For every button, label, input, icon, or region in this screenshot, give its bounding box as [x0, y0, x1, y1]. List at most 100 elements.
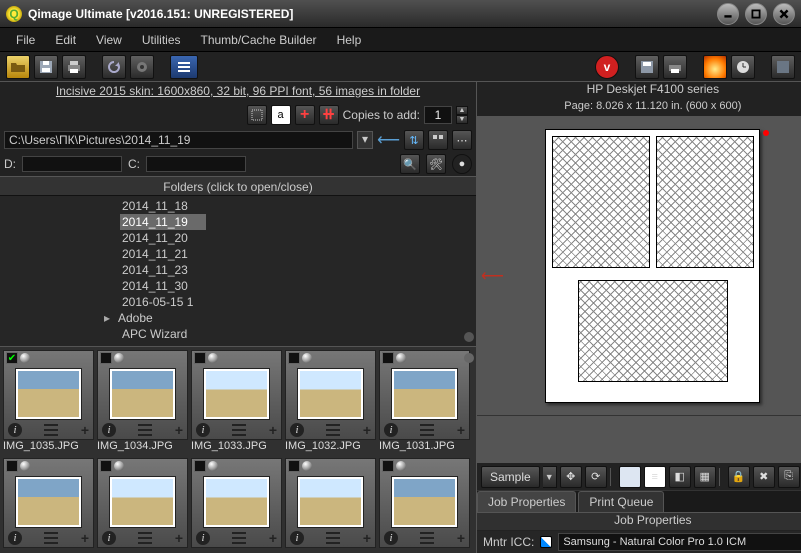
- thumb-image[interactable]: [204, 369, 269, 419]
- thumbnail[interactable]: i+: [97, 458, 188, 548]
- disk-button[interactable]: [771, 55, 795, 79]
- thumb-image[interactable]: [110, 369, 175, 419]
- tab-print-queue[interactable]: Print Queue: [578, 491, 664, 512]
- info-icon[interactable]: i: [384, 531, 398, 545]
- info-icon[interactable]: i: [8, 531, 22, 545]
- sample-button[interactable]: Sample: [481, 466, 540, 488]
- folder-path-input[interactable]: [4, 131, 353, 149]
- add-to-page-icon[interactable]: +: [269, 422, 277, 438]
- add-to-page-icon[interactable]: +: [81, 530, 89, 546]
- thumbs-scrollbar[interactable]: [462, 347, 476, 553]
- folder-item[interactable]: 2014_11_19: [120, 214, 206, 230]
- view-options-button[interactable]: ⋯: [452, 130, 472, 150]
- menu-icon[interactable]: [420, 424, 434, 436]
- tools-button[interactable]: 🛠: [426, 154, 446, 174]
- add-to-page-icon[interactable]: +: [363, 422, 371, 438]
- maximize-button[interactable]: [745, 3, 767, 25]
- menu-icon[interactable]: [44, 424, 58, 436]
- menu-icon[interactable]: [420, 532, 434, 544]
- menu-icon[interactable]: [232, 424, 246, 436]
- folder-item[interactable]: 2014_11_30: [120, 278, 476, 294]
- page-preview-area[interactable]: ⟵ ⟶: [477, 116, 801, 416]
- menu-icon[interactable]: [44, 532, 58, 544]
- page-view-4[interactable]: ▦: [694, 466, 716, 488]
- thumb-rating-dot-icon[interactable]: [114, 461, 124, 471]
- thumb-rating-dot-icon[interactable]: [396, 461, 406, 471]
- menu-icon[interactable]: [326, 532, 340, 544]
- folder-item[interactable]: ▸Adobe: [120, 310, 476, 326]
- thumb-checkbox[interactable]: [194, 352, 206, 364]
- layout-cell-3[interactable]: [578, 280, 728, 382]
- fire-button[interactable]: [703, 55, 727, 79]
- thumbnail[interactable]: i+: [97, 350, 188, 440]
- save-button[interactable]: [34, 55, 58, 79]
- thumb-checkbox[interactable]: [288, 352, 300, 364]
- add-to-page-icon[interactable]: +: [175, 422, 183, 438]
- folder-scrollbar[interactable]: [462, 196, 476, 346]
- thumbnail[interactable]: i+: [379, 458, 470, 548]
- add-to-page-icon[interactable]: +: [175, 530, 183, 546]
- menu-file[interactable]: File: [6, 30, 45, 50]
- thumbnail[interactable]: i+: [3, 458, 94, 548]
- info-icon[interactable]: i: [8, 423, 22, 437]
- zoom-fit-button[interactable]: ✥: [560, 466, 582, 488]
- menu-edit[interactable]: Edit: [45, 30, 86, 50]
- menu-utilities[interactable]: Utilities: [132, 30, 191, 50]
- menu-icon[interactable]: [326, 424, 340, 436]
- warning-badge[interactable]: v: [595, 55, 619, 79]
- thumb-rating-dot-icon[interactable]: [302, 461, 312, 471]
- menu-help[interactable]: Help: [327, 30, 372, 50]
- thumb-image[interactable]: [16, 369, 81, 419]
- add-to-page-icon[interactable]: +: [363, 530, 371, 546]
- prev-page-arrow-icon[interactable]: ⟵: [481, 266, 504, 286]
- add-multi-button[interactable]: ⧺: [319, 105, 339, 125]
- thumb-size-button[interactable]: [428, 130, 448, 150]
- thumb-image[interactable]: [392, 369, 457, 419]
- folder-item[interactable]: 2016-05-15 1: [120, 294, 476, 310]
- info-icon[interactable]: i: [102, 423, 116, 437]
- printer-button[interactable]: [62, 55, 86, 79]
- thumb-checkbox[interactable]: [382, 460, 394, 472]
- thumbnail[interactable]: ✔i+: [3, 350, 94, 440]
- info-icon[interactable]: i: [290, 531, 304, 545]
- tag-filter-button[interactable]: ●: [452, 154, 472, 174]
- thumb-checkbox[interactable]: [194, 460, 206, 472]
- drive-c-input[interactable]: [146, 156, 246, 172]
- close-button[interactable]: [773, 3, 795, 25]
- remove-page-button[interactable]: ✖: [753, 466, 775, 488]
- add-to-page-icon[interactable]: +: [81, 422, 89, 438]
- refresh-button[interactable]: [102, 55, 126, 79]
- info-icon[interactable]: i: [102, 531, 116, 545]
- add-to-page-icon[interactable]: +: [269, 530, 277, 546]
- add-single-button[interactable]: +: [295, 105, 315, 125]
- copy-page-button[interactable]: ⎘: [778, 466, 800, 488]
- thumb-image[interactable]: [298, 369, 363, 419]
- settings-button[interactable]: [130, 55, 154, 79]
- search-button[interactable]: 🔍: [400, 154, 420, 174]
- monitor-icc-select[interactable]: Samsung - Natural Color Pro 1.0 ICM: [558, 533, 801, 551]
- thumbnail[interactable]: i+: [285, 350, 376, 440]
- sample-dropdown[interactable]: ▼: [543, 466, 557, 488]
- menu-view[interactable]: View: [86, 30, 132, 50]
- copies-spinner[interactable]: ▲▼: [456, 106, 468, 124]
- page-view-2[interactable]: ≡: [644, 466, 666, 488]
- path-dropdown-button[interactable]: ▾: [357, 131, 373, 149]
- print-button[interactable]: [663, 55, 687, 79]
- thumb-checkbox[interactable]: [100, 460, 112, 472]
- sort-button[interactable]: ⇅: [404, 130, 424, 150]
- thumb-rating-dot-icon[interactable]: [20, 353, 30, 363]
- thumb-image[interactable]: [204, 477, 269, 527]
- folder-item[interactable]: 2014_11_21: [120, 246, 476, 262]
- thumb-rating-dot-icon[interactable]: [396, 353, 406, 363]
- info-icon[interactable]: i: [290, 423, 304, 437]
- save-layout-button[interactable]: [635, 55, 659, 79]
- thumbnail[interactable]: i+: [285, 458, 376, 548]
- thumb-rating-dot-icon[interactable]: [208, 353, 218, 363]
- nav-back-icon[interactable]: ⟵: [377, 130, 400, 150]
- page-view-3[interactable]: ◧: [669, 466, 691, 488]
- thumb-rating-dot-icon[interactable]: [20, 461, 30, 471]
- thumb-checkbox[interactable]: [382, 352, 394, 364]
- paper-preview[interactable]: [545, 129, 760, 403]
- folder-item[interactable]: APC Wizard: [120, 326, 476, 342]
- tab-job-properties[interactable]: Job Properties: [477, 491, 576, 512]
